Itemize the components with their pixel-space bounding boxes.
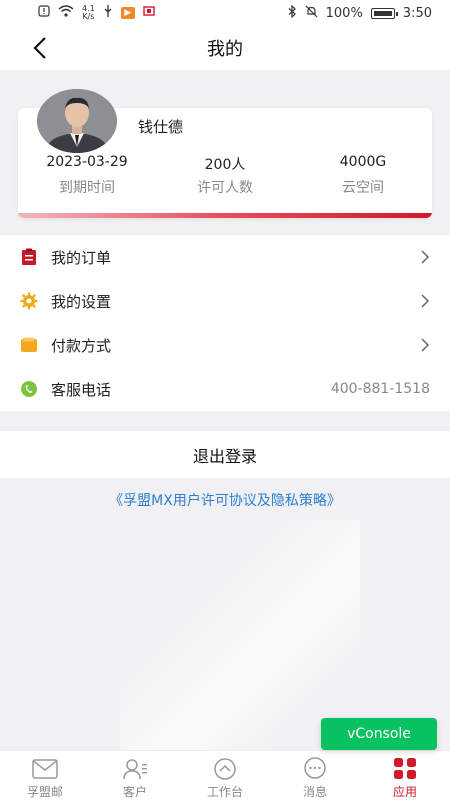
logout-button[interactable]: 退出登录: [0, 431, 450, 478]
tab-apps[interactable]: 应用: [360, 751, 450, 800]
tab-workbench[interactable]: 工作台: [180, 751, 270, 800]
stat-cloud-space: 4000G 云空间: [294, 154, 432, 197]
menu-item-label: 我的订单: [51, 248, 112, 267]
stat-license-count: 200人 许可人数: [156, 154, 294, 197]
back-button[interactable]: [26, 34, 54, 62]
customer-service-phone[interactable]: 400-881-1518: [331, 381, 430, 397]
battery-icon: [370, 7, 398, 19]
battery-percent: 100%: [325, 5, 363, 21]
stat-expiry: 2023-03-29 到期时间: [18, 154, 156, 197]
order-icon: [20, 248, 38, 266]
tab-messages[interactable]: 消息: [270, 751, 360, 800]
stat-label: 到期时间: [59, 180, 115, 196]
vconsole-button[interactable]: vConsole: [321, 718, 437, 750]
tab-bar: 孚盟邮 客户 工作台 消息 应用: [0, 750, 450, 800]
profile-stats: 2023-03-29 到期时间 200人 许可人数 4000G 云空间: [18, 154, 432, 197]
phone-icon: [20, 380, 38, 398]
tab-label: 应用: [392, 785, 417, 799]
status-bar: 4.1 K/s ▶ 100% 3:50: [0, 0, 450, 26]
clock: 3:50: [402, 5, 432, 21]
stat-value: 2023-03-29: [46, 154, 128, 170]
stat-label: 云空间: [342, 180, 384, 196]
card-accent-bar: [18, 213, 432, 218]
network-speed-unit: K/s: [82, 12, 95, 21]
tab-label: 消息: [302, 785, 327, 799]
username: 钱仕德: [138, 118, 184, 136]
status-left: 4.1 K/s ▶: [38, 4, 155, 22]
message-icon: [302, 757, 328, 781]
tab-label: 孚盟邮: [26, 785, 63, 799]
user-agreement-link[interactable]: 《孚盟MX用户许可协议及隐私策略》: [0, 490, 450, 510]
mail-icon: [32, 757, 58, 781]
menu-item-label: 客服电话: [51, 380, 112, 399]
apps-icon: [392, 757, 418, 781]
wifi-icon: [58, 5, 74, 21]
tab-customers[interactable]: 客户: [90, 751, 180, 800]
chevron-right-icon: [421, 294, 430, 308]
menu-item-label: 我的设置: [51, 292, 112, 311]
chevron-left-icon: [33, 37, 46, 59]
app-notification-icon: ▶: [120, 7, 135, 19]
wallet-icon: [20, 336, 38, 354]
gear-icon: [20, 292, 38, 310]
bluetooth-icon: [288, 4, 297, 22]
menu-item-label: 付款方式: [51, 336, 112, 355]
stat-value: 4000G: [339, 154, 387, 170]
contacts-icon: [122, 757, 148, 781]
notification-icon: [38, 5, 50, 21]
network-speed: 4.1 K/s: [82, 5, 95, 21]
menu-item-orders[interactable]: 我的订单: [0, 235, 450, 279]
stat-value: 200人: [204, 157, 246, 173]
status-right: 100% 3:50: [288, 4, 432, 22]
tab-label: 客户: [122, 785, 147, 799]
mute-icon: [305, 5, 318, 22]
tab-mail[interactable]: 孚盟邮: [0, 751, 90, 800]
settings-menu: 我的订单 我的设置 付款方式 客服电话 400-881-1518: [0, 235, 450, 411]
tab-label: 工作台: [206, 785, 243, 799]
page-title: 我的: [207, 39, 243, 60]
chevron-right-icon: [421, 250, 430, 264]
user-avatar-icon: [37, 89, 117, 153]
menu-item-payment[interactable]: 付款方式: [0, 323, 450, 367]
nav-bar: 我的: [0, 26, 450, 70]
avatar[interactable]: [37, 89, 117, 153]
chevron-right-icon: [421, 338, 430, 352]
menu-item-settings[interactable]: 我的设置: [0, 279, 450, 323]
menu-item-customer-service[interactable]: 客服电话 400-881-1518: [0, 367, 450, 411]
red-app-icon: [143, 5, 155, 21]
dashboard-icon: [212, 757, 238, 781]
usb-icon: [103, 4, 113, 22]
stat-label: 许可人数: [197, 180, 253, 196]
